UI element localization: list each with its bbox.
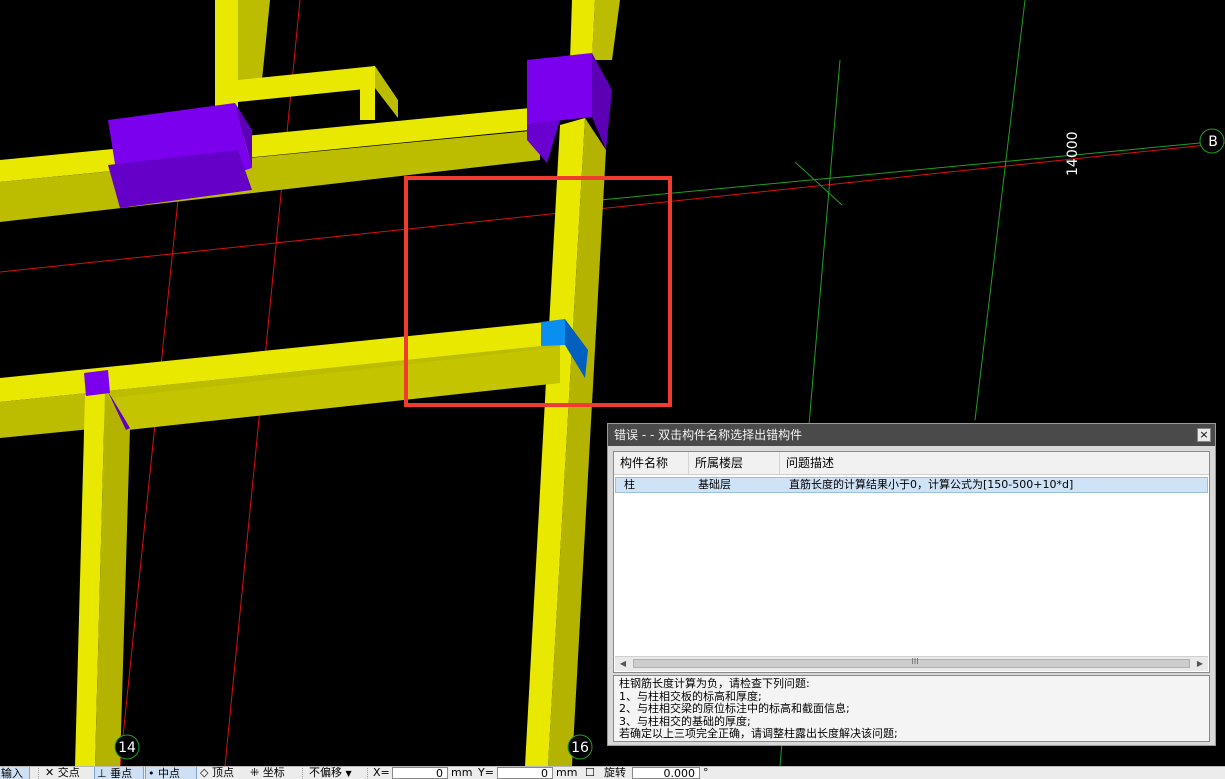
vertex-label: 顶点 bbox=[211, 766, 234, 779]
midpoint-label: 中点 bbox=[158, 767, 180, 779]
y-unit: mm bbox=[556, 766, 578, 779]
error-table[interactable]: 构件名称 所属楼层 问题描述 柱 基础层 直筋长度的计算结果小于0，计算公式为[… bbox=[613, 451, 1210, 673]
vertex-icon: ◇ bbox=[200, 766, 209, 779]
axis-label-16: 16 bbox=[571, 740, 589, 756]
axis-label-14: 14 bbox=[118, 740, 136, 756]
axis-marker-b[interactable]: B bbox=[1199, 128, 1225, 154]
scroll-right-icon[interactable]: ▶ bbox=[1192, 657, 1208, 671]
input-label: 输入 bbox=[1, 767, 23, 779]
scroll-grip: III bbox=[911, 657, 919, 666]
snap-toolbar: 输入 ✕ 交点 ⊥ 垂点 • 中点 ◇ 顶点 ⁜ 坐标 不偏移 ▼ X= 0 m… bbox=[0, 766, 1225, 779]
error-message-panel: 柱钢筋长度计算为负，请检查下列问题: 1、与柱相交板的标高和厚度; 2、与柱相交… bbox=[613, 675, 1210, 742]
column-header-description[interactable]: 问题描述 bbox=[780, 452, 1209, 474]
perpendicular-icon: ⊥ bbox=[97, 767, 107, 779]
column-left-lower[interactable] bbox=[75, 393, 130, 766]
degree-unit: ° bbox=[703, 766, 709, 779]
y-input[interactable]: 0 bbox=[497, 767, 553, 779]
rotate-checkbox[interactable]: ☐ bbox=[585, 767, 595, 779]
error-dialog[interactable]: 错误 - - 双击构件名称选择出错构件 × 构件名称 所属楼层 问题描述 柱 基… bbox=[607, 423, 1216, 746]
axis-marker-16[interactable]: 16 bbox=[567, 734, 593, 760]
intersection-label: 交点 bbox=[57, 766, 80, 779]
dialog-title[interactable]: 错误 - - 双击构件名称选择出错构件 bbox=[608, 424, 1215, 446]
offset-mode-select[interactable]: 不偏移 ▼ bbox=[309, 766, 352, 779]
cell-floor: 基础层 bbox=[698, 478, 731, 491]
intersection-icon: ✕ bbox=[45, 766, 55, 779]
column-cap-left[interactable] bbox=[108, 103, 252, 208]
message-line: 2、与柱相交梁的原位标注中的标高和截面信息; bbox=[619, 702, 850, 715]
rotate-label: 旋转 bbox=[604, 766, 626, 779]
x-label: X= bbox=[373, 766, 390, 779]
axis-marker-14[interactable]: 14 bbox=[114, 734, 140, 760]
rotate-input[interactable]: 0.000 bbox=[632, 767, 700, 779]
cell-description: 直筋长度的计算结果小于0，计算公式为[150-500+10*d] bbox=[789, 478, 1074, 491]
intersection-snap-button[interactable]: ✕ 交点 bbox=[45, 766, 80, 779]
midpoint-snap-button[interactable]: • 中点 bbox=[145, 767, 197, 779]
column-header-name[interactable]: 构件名称 bbox=[614, 452, 689, 474]
offset-mode-value: 不偏移 bbox=[309, 766, 342, 779]
midpoint-icon: • bbox=[148, 767, 155, 779]
column-header-floor[interactable]: 所属楼层 bbox=[689, 452, 780, 474]
x-input[interactable]: 0 bbox=[392, 767, 448, 779]
table-row[interactable]: 柱 基础层 直筋长度的计算结果小于0，计算公式为[150-500+10*d] bbox=[615, 477, 1208, 493]
horizontal-scrollbar[interactable]: ◀ III ▶ bbox=[615, 656, 1208, 671]
perpendicular-label: 垂点 bbox=[110, 767, 133, 779]
chevron-down-icon: ▼ bbox=[345, 769, 352, 778]
axis-label-b: B bbox=[1208, 134, 1218, 150]
vertex-snap-button[interactable]: ◇ 顶点 bbox=[200, 766, 234, 779]
perpendicular-snap-button[interactable]: ⊥ 垂点 bbox=[94, 767, 144, 779]
dimension-text: 14000 bbox=[1065, 131, 1081, 176]
x-unit: mm bbox=[451, 766, 473, 779]
scroll-thumb[interactable]: III bbox=[633, 657, 1190, 668]
coordinate-snap-button[interactable]: ⁜ 坐标 bbox=[250, 766, 285, 779]
beam-upper[interactable] bbox=[0, 108, 540, 222]
column-right-upper[interactable] bbox=[570, 0, 620, 60]
scroll-left-icon[interactable]: ◀ bbox=[615, 657, 631, 671]
message-line: 若确定以上三项完全正确，请调整柱露出长度解决该问题; bbox=[619, 727, 898, 740]
cell-component-name[interactable]: 柱 bbox=[619, 478, 635, 492]
close-icon[interactable]: × bbox=[1197, 428, 1211, 442]
table-header: 构件名称 所属楼层 问题描述 bbox=[614, 452, 1209, 475]
coordinate-icon: ⁜ bbox=[250, 766, 260, 779]
y-label: Y= bbox=[478, 766, 494, 779]
input-button[interactable]: 输入 bbox=[0, 767, 30, 779]
message-line: 柱钢筋长度计算为负，请检查下列问题: bbox=[619, 677, 810, 690]
coordinate-label: 坐标 bbox=[262, 766, 285, 779]
